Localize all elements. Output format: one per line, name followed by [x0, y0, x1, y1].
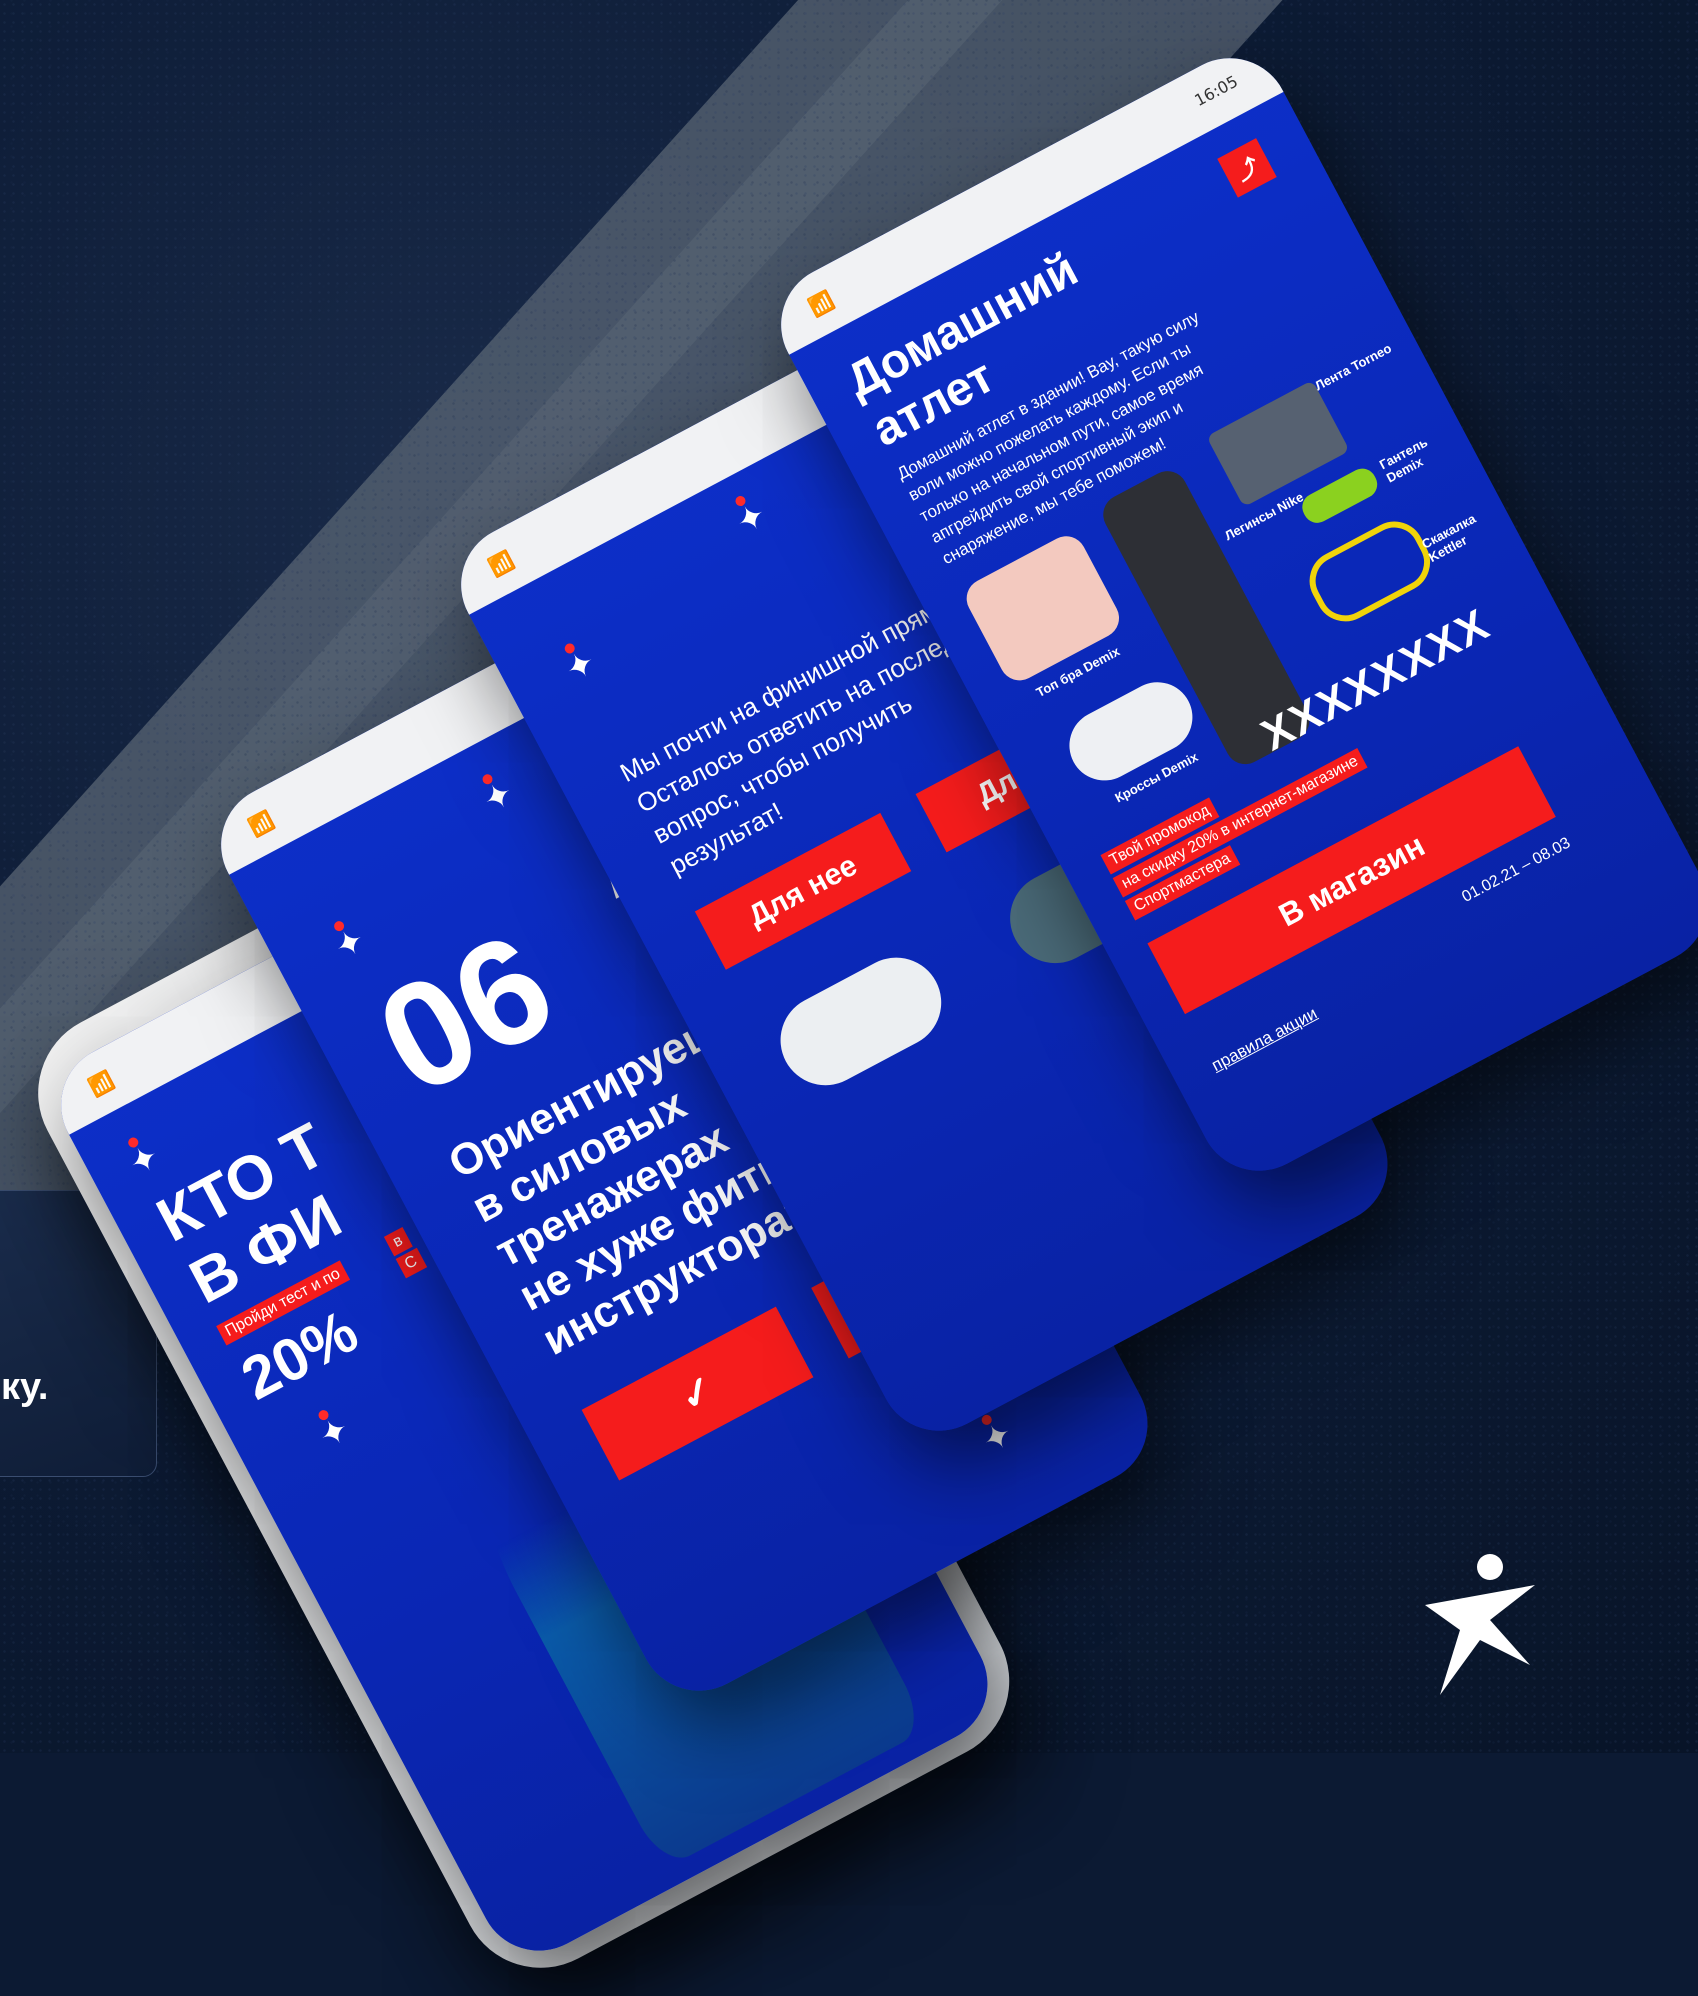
logo-icon: ✦: [476, 772, 521, 822]
question-number: 06: [352, 899, 579, 1127]
share-button[interactable]: ⤴: [1217, 138, 1277, 198]
dumbbell-image: [1297, 463, 1383, 528]
prompt-line2: Осталось ответить на послед: [631, 624, 961, 819]
sportmaster-logo-icon: [1425, 1554, 1535, 1695]
signal-icon: 📶: [244, 807, 278, 841]
logo-icon: ✦: [312, 1408, 357, 1458]
jump-rope-image: [1299, 511, 1441, 632]
product-label-dumbbell: Гантель Demix: [1376, 434, 1430, 486]
sneakers-image: [1057, 669, 1205, 793]
product-label-rope: Скакалка Kettler: [1419, 510, 1479, 565]
phones-mockup: 📶 ✦ КТО Т В ФИ Пройди тест и по в С 20% …: [0, 0, 1698, 1996]
logo-icon: ✦: [328, 919, 373, 969]
product-label-leggings: Легинсы Nike: [1222, 489, 1306, 544]
logo-icon: ✦: [122, 1136, 167, 1185]
logo-icon: ✦: [729, 494, 774, 544]
rules-link[interactable]: правила акции: [1208, 1004, 1320, 1076]
logo-icon: ✦: [975, 1413, 1020, 1463]
signal-icon: 📶: [804, 287, 838, 321]
product-label-band: Лента Torneo: [1312, 340, 1394, 394]
signal-icon: 📶: [84, 1067, 118, 1101]
signal-icon: 📶: [484, 547, 518, 581]
status-time: 16:05: [1191, 71, 1241, 111]
white-sneakers-image: [764, 941, 958, 1102]
logo-icon: ✦: [558, 642, 603, 691]
